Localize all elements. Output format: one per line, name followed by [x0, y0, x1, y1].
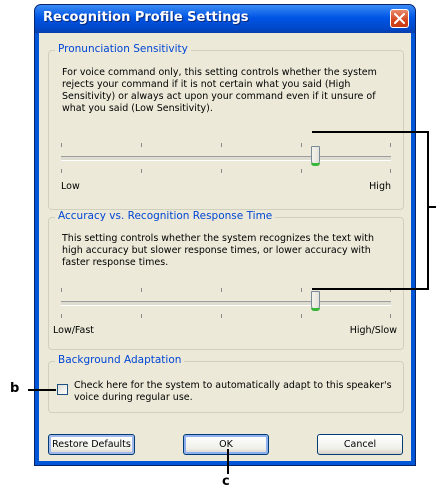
callout-label-c: c — [222, 474, 230, 489]
callout-lines — [28, 131, 436, 474]
callout-label-b: b — [10, 381, 20, 396]
callout-line-a — [312, 131, 429, 290]
